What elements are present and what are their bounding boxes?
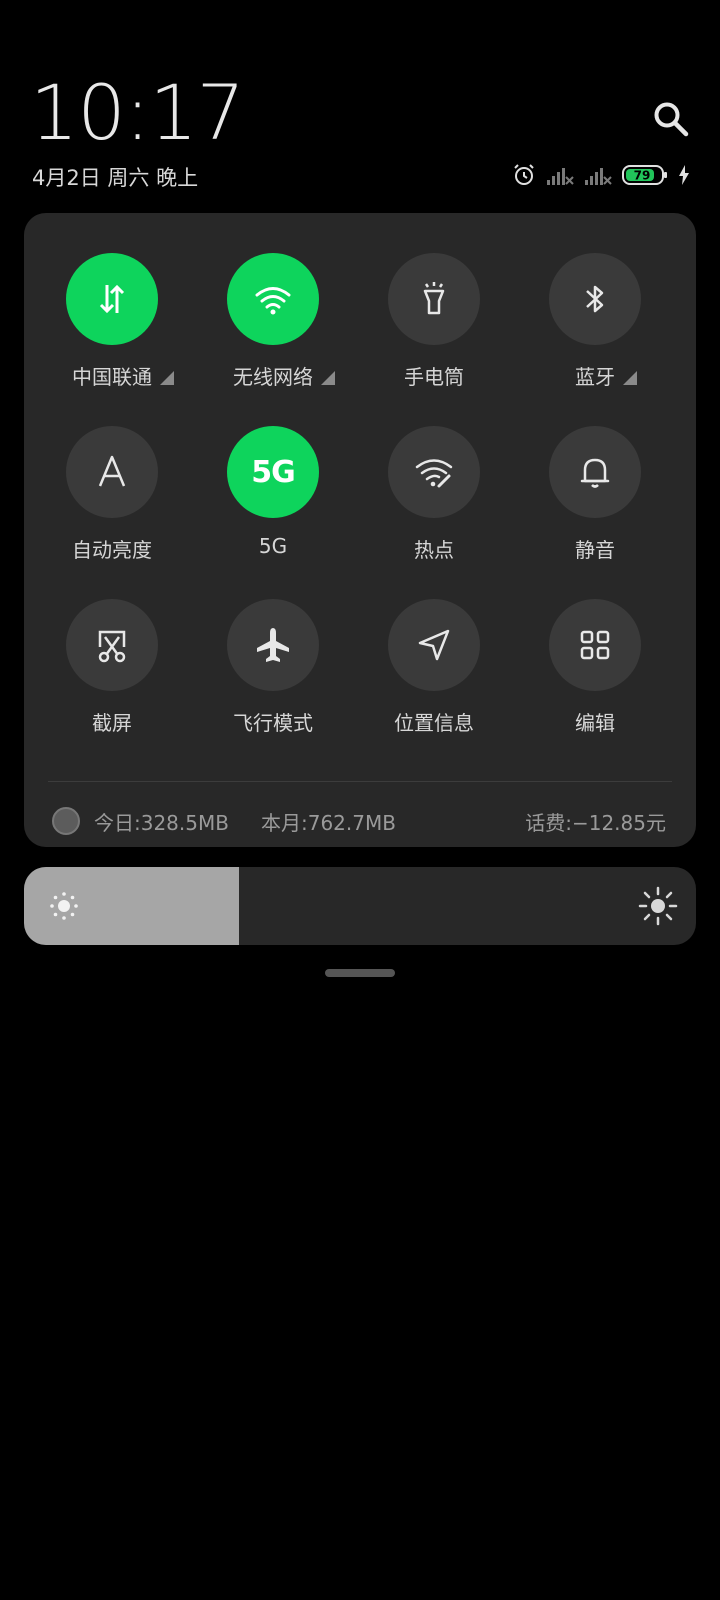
auto-brightness-icon [98,455,126,487]
tile-label: 静音 [575,538,615,562]
tile-edit-circle[interactable] [549,599,641,691]
tile-label: 自动亮度 [72,538,152,562]
expand-arrow-icon[interactable] [321,371,335,385]
expand-arrow-icon[interactable] [160,371,174,385]
panel-divider [48,781,672,782]
tile-label: 热点 [414,538,454,562]
control-center-panel: 中国联通 无线网络 手电筒 蓝牙 自动亮度 5G 5G 热点 静音 截屏 飞行模… [24,213,696,847]
hotspot-icon [415,459,453,488]
tile-airplane[interactable]: 飞行模式 [191,599,355,736]
tile-hotspot-circle[interactable] [388,426,480,518]
usage-indicator-icon [52,807,80,835]
tile-edit[interactable]: 编辑 [513,599,677,736]
bell-icon [580,458,610,488]
tile-5g[interactable]: 5G 5G [191,426,355,558]
charging-icon [679,165,689,185]
tile-label: 无线网络 [233,361,335,390]
tile-wifi[interactable]: 无线网络 [191,253,355,390]
data-usage-row[interactable]: 今日:328.5MB 本月:762.7MB 话费:−12.85元 [52,801,666,841]
tile-hotspot[interactable]: 热点 [352,426,516,563]
data-transfer-icon [99,284,125,314]
brightness-slider[interactable] [24,867,696,945]
tile-label: 中国联通 [72,361,174,390]
date-label[interactable]: 4月2日 周六 晚上 [32,162,198,192]
phone-fee: 话费:−12.85元 [525,810,666,835]
expand-arrow-icon[interactable] [623,371,637,385]
usage-today: 今日:328.5MB [94,810,229,835]
tile-flashlight-circle[interactable] [388,253,480,345]
battery-icon: 79 [622,165,667,185]
5g-icon: 5G [251,454,295,490]
tile-mobile-data[interactable]: 中国联通 [30,253,194,390]
tile-label: 位置信息 [394,711,474,735]
tile-label: 手电筒 [404,365,464,389]
search-icon[interactable] [652,100,692,140]
tile-screenshot[interactable]: 截屏 [30,599,194,736]
tile-airplane-circle[interactable] [227,599,319,691]
tile-location-circle[interactable] [388,599,480,691]
scissors-icon [98,630,126,663]
bluetooth-icon [586,285,604,313]
airplane-icon [257,628,289,662]
flashlight-icon [423,282,445,315]
tile-screenshot-circle[interactable] [66,599,158,691]
signal-sim2-icon [585,168,612,185]
tile-label: 蓝牙 [575,361,637,390]
tile-mobile-data-circle[interactable] [66,253,158,345]
tile-silent[interactable]: 静音 [513,426,677,563]
tile-label: 截屏 [92,711,132,735]
wifi-icon [255,287,291,315]
location-arrow-icon [418,629,450,661]
tile-auto-brightness-circle[interactable] [66,426,158,518]
tile-auto-brightness[interactable]: 自动亮度 [30,426,194,563]
battery-level: 79 [634,169,651,183]
tile-bluetooth-circle[interactable] [549,253,641,345]
tile-bluetooth[interactable]: 蓝牙 [513,253,677,390]
tile-location[interactable]: 位置信息 [352,599,516,736]
tile-label: 编辑 [575,711,615,735]
status-bar-icons: 79 [512,163,690,187]
clock[interactable]: 10:17 [30,68,245,157]
tile-label: 飞行模式 [233,711,313,735]
drag-handle[interactable] [325,969,395,977]
alarm-icon [514,164,534,185]
signal-sim1-icon [547,168,574,185]
usage-month: 本月:762.7MB [260,810,396,835]
tile-label: 5G [258,534,288,558]
tile-silent-circle[interactable] [549,426,641,518]
brightness-low-icon [50,892,78,920]
tile-flashlight[interactable]: 手电筒 [352,253,516,390]
tile-5g-circle[interactable]: 5G [227,426,319,518]
brightness-high-icon [638,886,678,926]
tile-wifi-circle[interactable] [227,253,319,345]
grid-icon [580,630,610,660]
